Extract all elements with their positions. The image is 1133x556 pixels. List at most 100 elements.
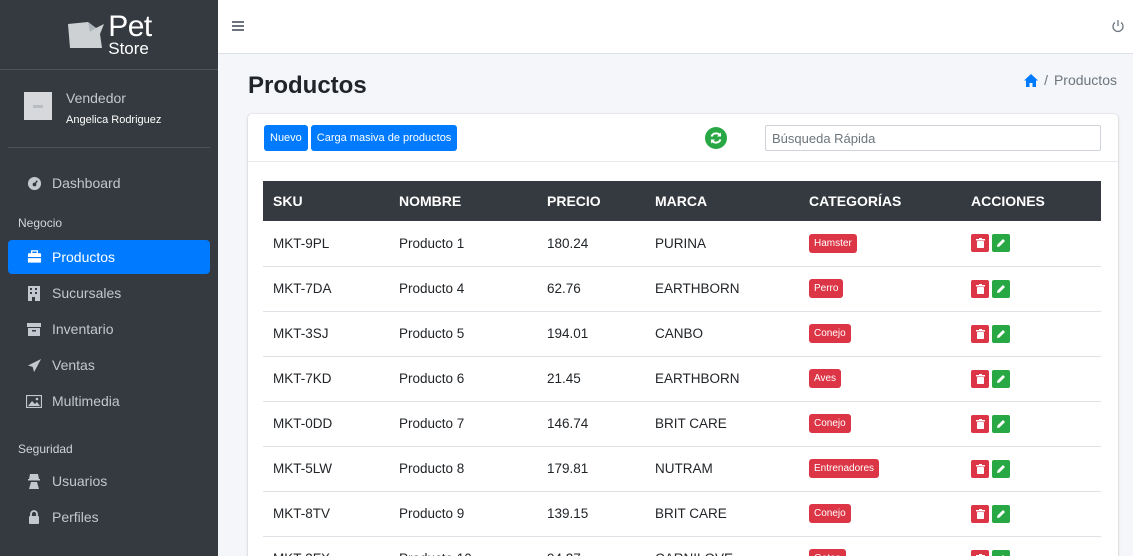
cell-precio: 94.27	[537, 536, 645, 556]
breadcrumb: / Productos	[1024, 72, 1117, 88]
category-badge: Conejo	[809, 324, 851, 343]
avatar[interactable]	[24, 92, 52, 120]
cell-marca: PURINA	[655, 235, 707, 251]
cell-nombre: Producto 6	[399, 371, 465, 386]
edit-button[interactable]	[992, 369, 1010, 388]
trash-icon	[975, 463, 985, 474]
sidebar-item-multimedia[interactable]: Multimedia	[8, 384, 210, 418]
edit-button[interactable]	[992, 234, 1010, 253]
card-toolbar: Nuevo Carga masiva de productos	[248, 114, 1118, 162]
cell-marca: EARTHBORN	[655, 281, 740, 296]
cell-categoria: Entrenadores	[799, 446, 961, 491]
category-badge: Gatos	[809, 549, 846, 556]
cell-nombre: Producto 5	[399, 326, 465, 341]
column-header-categorias[interactable]: CATEGORÍAS	[799, 181, 961, 221]
breadcrumb-separator: /	[1044, 72, 1048, 88]
delete-button[interactable]	[971, 504, 989, 523]
cell-acciones	[961, 491, 1101, 536]
cell-nombre: Producto 9	[399, 506, 465, 521]
delete-button[interactable]	[971, 279, 989, 298]
edit-button[interactable]	[992, 414, 1010, 433]
delete-button[interactable]	[971, 459, 989, 478]
category-badge: Entrenadores	[809, 459, 880, 478]
cell-categoria: Perro	[799, 266, 961, 311]
delete-button[interactable]	[971, 234, 989, 253]
bulk-upload-button[interactable]: Carga masiva de productos	[310, 124, 458, 151]
sidebar-item-inventario[interactable]: Inventario	[8, 312, 210, 346]
table-row: MKT-5LW Producto 8 179.81 NUTRAM Entrenadore…	[263, 446, 1101, 491]
cell-sku: MKT-7KD	[273, 371, 332, 386]
edit-button[interactable]	[992, 549, 1010, 556]
cell-acciones	[961, 221, 1101, 266]
sidebar-nav: Dashboard Negocio Productos Sucursales I…	[0, 148, 218, 534]
user-name: Angelica Rodriguez	[66, 114, 162, 126]
sidebar-item-label: Usuarios	[52, 473, 108, 489]
cell-acciones	[961, 266, 1101, 311]
nav-section-negocio: Negocio	[18, 216, 63, 230]
cell-sku: MKT-7DA	[273, 281, 332, 296]
trash-icon	[975, 373, 985, 384]
logout-power-icon[interactable]	[1111, 19, 1125, 33]
edit-button[interactable]	[992, 279, 1010, 298]
home-icon[interactable]	[1024, 73, 1039, 87]
brand-logo[interactable]: Pet Store	[0, 0, 218, 70]
cell-acciones	[961, 536, 1101, 556]
new-product-button[interactable]: Nuevo	[264, 124, 308, 151]
sidebar-item-ventas[interactable]: Ventas	[8, 348, 210, 382]
table-header-row: SKU NOMBRE PRECIO MARCA CATEGORÍAS ACCIO…	[263, 181, 1101, 221]
trash-icon	[975, 283, 985, 294]
cell-nombre: Producto 7	[399, 416, 465, 431]
edit-button[interactable]	[992, 459, 1010, 478]
brand-subname: Store	[108, 39, 149, 58]
delete-button[interactable]	[971, 324, 989, 343]
trash-icon	[975, 508, 985, 519]
cell-categoria: Gatos	[799, 536, 961, 556]
brand-name: Pet	[108, 10, 152, 43]
table-row: MKT-3FXProducto 1094.27CARNILOVE Gatos	[263, 536, 1101, 556]
cell-acciones	[961, 311, 1101, 356]
cell-categoria: Hamster	[799, 221, 961, 266]
column-header-nombre[interactable]: NOMBRE	[389, 181, 537, 221]
cell-marca: CANBO	[655, 326, 704, 341]
pencil-icon	[997, 464, 1005, 473]
menu-toggle-icon[interactable]	[232, 21, 244, 31]
lock-icon	[26, 509, 42, 525]
pencil-icon	[997, 284, 1005, 293]
edit-button[interactable]	[992, 504, 1010, 523]
cell-marca: EARTHBORN	[655, 371, 740, 386]
sidebar-item-label: Sucursales	[52, 285, 122, 301]
cell-precio: 21.45	[547, 371, 581, 386]
sidebar-item-productos[interactable]: Productos	[8, 240, 210, 274]
archive-icon	[26, 321, 42, 337]
search-input[interactable]	[765, 125, 1101, 151]
sidebar-item-perfiles[interactable]: Perfiles	[8, 500, 210, 534]
sidebar-item-label: Dashboard	[52, 175, 121, 191]
sidebar-item-dashboard[interactable]: Dashboard	[8, 166, 210, 200]
sidebar-item-label: Perfiles	[52, 509, 99, 525]
content-header: Productos / Productos	[218, 54, 1133, 114]
cell-marca: CARNILOVE	[645, 536, 799, 556]
cell-categoria: Conejo	[799, 311, 961, 356]
cell-sku: MKT-5LW	[273, 461, 333, 476]
sidebar-item-label: Multimedia	[52, 393, 120, 409]
category-badge: Conejo	[809, 414, 851, 433]
cell-precio: 194.01	[547, 326, 589, 341]
column-header-marca[interactable]: MARCA	[645, 181, 799, 221]
column-header-precio[interactable]: PRECIO	[537, 181, 645, 221]
pencil-icon	[997, 419, 1005, 428]
table-body: MKT-9PL Producto 1 180.24 PURINA Hamster MKT-…	[263, 221, 1101, 556]
building-icon	[26, 285, 42, 301]
edit-button[interactable]	[992, 324, 1010, 343]
sidebar-item-usuarios[interactable]: Usuarios	[8, 464, 210, 498]
delete-button[interactable]	[971, 549, 989, 556]
cell-marca: NUTRAM	[655, 461, 713, 476]
table-row: MKT-3SJ Producto 5 194.01 CANBO Conejo	[263, 311, 1101, 356]
cell-marca: BRIT CARE	[655, 416, 727, 431]
category-badge: Conejo	[809, 504, 851, 523]
delete-button[interactable]	[971, 414, 989, 433]
delete-button[interactable]	[971, 369, 989, 388]
column-header-sku[interactable]: SKU	[263, 181, 389, 221]
refresh-icon[interactable]	[705, 127, 727, 149]
category-badge: Hamster	[809, 233, 857, 253]
sidebar-item-sucursales[interactable]: Sucursales	[8, 276, 210, 310]
